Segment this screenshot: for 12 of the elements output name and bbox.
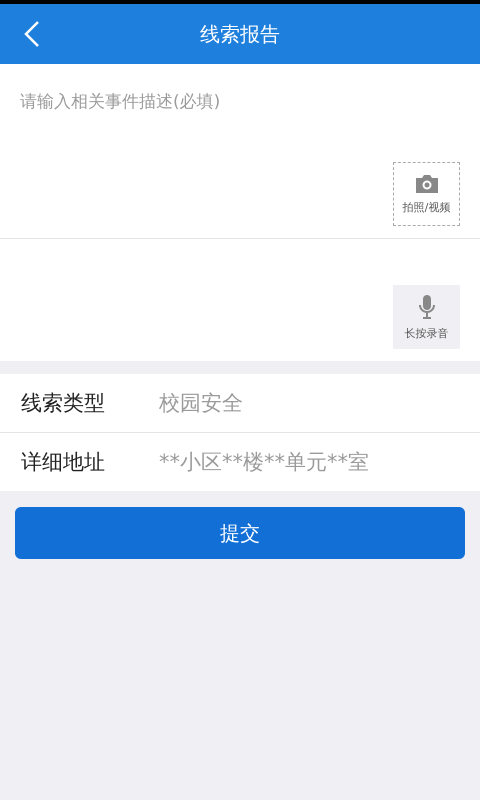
description-field[interactable]: 请输入相关事件描述(必填) (0, 64, 480, 162)
photo-video-button[interactable]: 拍照/视频 (393, 162, 460, 226)
submit-button[interactable]: 提交 (15, 507, 465, 559)
field-label: 详细地址 (0, 433, 159, 491)
address-field[interactable]: **小区**楼**单元**室 (159, 433, 480, 491)
field-label: 线索类型 (0, 374, 159, 432)
type-field[interactable]: 校园安全 (159, 374, 480, 432)
back-icon (24, 21, 40, 47)
voice-record-button[interactable]: 长按录音 (393, 285, 460, 349)
camera-icon (414, 174, 440, 194)
page-title: 线索报告 (200, 20, 280, 48)
microphone-icon (418, 294, 436, 320)
